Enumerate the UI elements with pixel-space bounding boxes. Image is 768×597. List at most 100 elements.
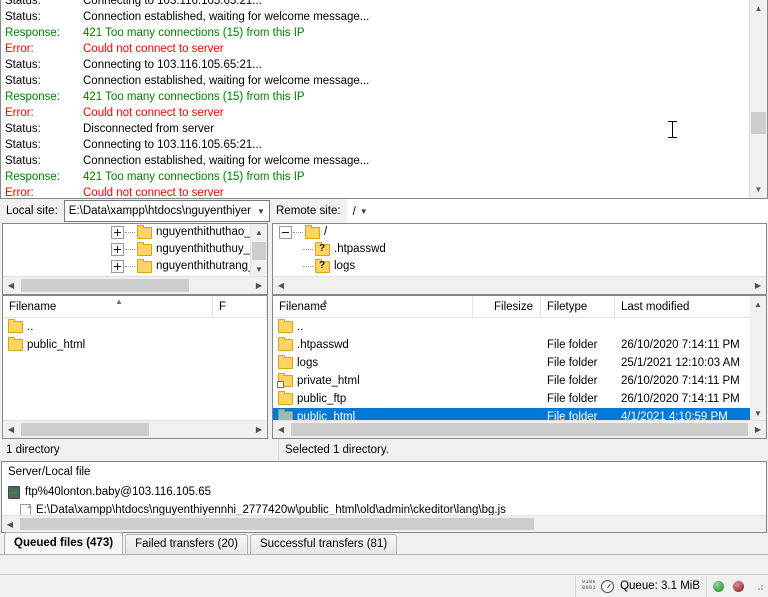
- log-entry-kind: Status:: [5, 57, 83, 73]
- message-log-scrollbar[interactable]: ▲ ▼: [749, 0, 767, 198]
- folder-icon: [8, 339, 23, 351]
- scrollbar-thumb[interactable]: [751, 112, 766, 134]
- scroll-left-icon[interactable]: ◀: [2, 516, 18, 532]
- transfer-queue-pane[interactable]: Server/Local file ftp%40lonton.baby@103.…: [1, 461, 767, 533]
- scrollbar-thumb[interactable]: [20, 518, 534, 530]
- scroll-left-icon[interactable]: ◀: [273, 277, 289, 294]
- scroll-left-icon[interactable]: ◀: [273, 421, 289, 438]
- scroll-right-icon[interactable]: ▶: [750, 421, 766, 438]
- log-entry-message: 421 Too many connections (15) from this …: [83, 169, 749, 185]
- remote-site-input[interactable]: / ▼: [347, 199, 768, 223]
- tree-item-label: nguyenthithuthuy_1: [156, 241, 262, 258]
- folder-symlink-icon: [278, 375, 293, 387]
- folder-icon: [137, 261, 152, 273]
- scroll-track[interactable]: [18, 516, 766, 532]
- remote-directory-tree[interactable]: / .htpasswd logs private_html: [272, 223, 767, 295]
- scrollbar-thumb[interactable]: [21, 279, 189, 292]
- scroll-right-icon[interactable]: ▶: [750, 277, 766, 294]
- file-modified: 26/10/2020 7:14:11 PM: [615, 390, 766, 408]
- tab-failed-transfers[interactable]: Failed transfers (20): [125, 534, 248, 554]
- folder-icon: [278, 339, 293, 351]
- scrollbar-thumb[interactable]: [252, 242, 266, 260]
- scrollbar-thumb[interactable]: [291, 423, 748, 436]
- log-entry-message: Connecting to 103.116.105.65:21...: [83, 57, 749, 73]
- expand-icon[interactable]: [111, 260, 124, 273]
- remote-list-horizontal-scrollbar[interactable]: ◀ ▶: [273, 420, 766, 438]
- tree-item[interactable]: nguyenthithuthao_1: [3, 224, 267, 241]
- table-row[interactable]: private_html File folder 26/10/2020 7:14…: [273, 372, 766, 390]
- remote-list-header: Filename Filesize Filetype Last modified…: [273, 296, 766, 318]
- transfer-mode-segment[interactable]: 0100 0001 Queue: 3.1 MiB: [575, 576, 706, 597]
- expand-icon[interactable]: [111, 226, 124, 239]
- log-entry-message: Could not connect to server: [83, 105, 749, 121]
- file-name: public_ftp: [297, 390, 346, 408]
- log-entry: Response: 421 Too many connections (15) …: [1, 25, 749, 41]
- tab-queued-files[interactable]: Queued files (473): [4, 532, 123, 554]
- file-name: public_html: [27, 336, 85, 354]
- column-header-filename[interactable]: Filename: [273, 296, 473, 317]
- scroll-right-icon[interactable]: ▶: [251, 277, 267, 294]
- scroll-down-icon[interactable]: ▼: [750, 181, 767, 198]
- table-row[interactable]: ..: [273, 318, 766, 336]
- log-entry: Status: Connecting to 103.116.105.65:21.…: [1, 0, 749, 9]
- tab-successful-transfers[interactable]: Successful transfers (81): [250, 534, 397, 554]
- queue-horizontal-scrollbar[interactable]: ◀: [2, 515, 766, 532]
- table-row[interactable]: ..: [3, 318, 267, 336]
- local-tree-vertical-scrollbar[interactable]: ▲ ▼: [250, 224, 267, 277]
- collapse-icon[interactable]: [279, 226, 292, 239]
- local-list-horizontal-scrollbar[interactable]: ◀ ▶: [3, 420, 267, 438]
- speed-limit-icon[interactable]: [601, 580, 614, 593]
- column-header-last-modified[interactable]: Last modified: [615, 296, 766, 317]
- tab-content-area: [0, 555, 768, 574]
- table-row[interactable]: .htpasswd File folder 26/10/2020 7:14:11…: [273, 336, 766, 354]
- scroll-track[interactable]: [289, 421, 750, 438]
- remote-site-label: Remote site:: [270, 199, 347, 223]
- scroll-left-icon[interactable]: ◀: [3, 277, 19, 294]
- message-log-list[interactable]: Status: Connecting to 103.116.105.65:21.…: [1, 0, 749, 198]
- remote-tree-horizontal-scrollbar[interactable]: ◀ ▶: [273, 276, 766, 294]
- scroll-up-icon[interactable]: ▲: [750, 296, 766, 312]
- local-directory-tree[interactable]: nguyenthithuthao_1 nguyenthithuthuy_1 ng…: [2, 223, 268, 295]
- table-row[interactable]: public_html: [3, 336, 267, 354]
- site-path-row: Local site: E:\Data\xampp\htdocs\nguyent…: [0, 199, 768, 223]
- remote-file-list[interactable]: Filename Filesize Filetype Last modified…: [272, 295, 767, 439]
- queue-row-server[interactable]: ftp%40lonton.baby@103.116.105.65: [2, 483, 766, 501]
- tree-item-label: nguyenthithuthao_1: [156, 224, 263, 241]
- remote-site-path-value: /: [347, 206, 356, 218]
- remote-list-vertical-scrollbar[interactable]: ▲ ▼: [750, 296, 766, 421]
- chevron-down-icon[interactable]: ▼: [253, 207, 269, 216]
- tree-item[interactable]: nguyenthithuthuy_1: [3, 241, 267, 258]
- scroll-up-icon[interactable]: ▲: [251, 224, 267, 240]
- column-header-filename[interactable]: Filename: [3, 296, 213, 317]
- table-row[interactable]: public_ftp File folder 26/10/2020 7:14:1…: [273, 390, 766, 408]
- message-log-pane[interactable]: Status: Connecting to 103.116.105.65:21.…: [0, 0, 768, 199]
- chevron-down-icon[interactable]: ▼: [356, 207, 372, 216]
- tree-item[interactable]: logs: [273, 258, 766, 275]
- column-header-filesize[interactable]: Filesize: [473, 296, 541, 317]
- local-file-list[interactable]: Filename F ▲ .. public_html: [2, 295, 268, 439]
- table-row[interactable]: logs File folder 25/1/2021 12:10:03 AM: [273, 354, 766, 372]
- local-site-label: Local site:: [0, 199, 64, 223]
- binary-transfer-icon: 0100 0001: [582, 580, 595, 592]
- scroll-down-icon[interactable]: ▼: [251, 261, 267, 277]
- queue-column-header[interactable]: Server/Local file: [2, 462, 766, 483]
- column-header-filetype[interactable]: Filetype: [541, 296, 615, 317]
- scroll-track[interactable]: [289, 277, 750, 294]
- resize-grip-icon[interactable]: [754, 581, 764, 591]
- folder-icon: [8, 321, 23, 333]
- tree-item-root[interactable]: /: [273, 224, 766, 241]
- tree-item[interactable]: .htpasswd: [273, 241, 766, 258]
- scroll-track[interactable]: [19, 421, 251, 438]
- scroll-track[interactable]: [19, 277, 251, 294]
- remote-status-text: Selected 1 directory.: [278, 439, 768, 460]
- local-tree-horizontal-scrollbar[interactable]: ◀ ▶: [3, 276, 267, 294]
- scroll-up-icon[interactable]: ▲: [750, 0, 767, 17]
- local-site-input[interactable]: E:\Data\xampp\htdocs\nguyenthiyer ▼: [64, 200, 270, 222]
- scrollbar-thumb[interactable]: [21, 423, 149, 436]
- scroll-left-icon[interactable]: ◀: [3, 421, 19, 438]
- column-header-filesize[interactable]: F: [213, 296, 267, 317]
- expand-icon[interactable]: [111, 243, 124, 256]
- scroll-right-icon[interactable]: ▶: [251, 421, 267, 438]
- scroll-down-icon[interactable]: ▼: [750, 405, 766, 421]
- tree-item[interactable]: nguyenthithutrang_: [3, 258, 267, 275]
